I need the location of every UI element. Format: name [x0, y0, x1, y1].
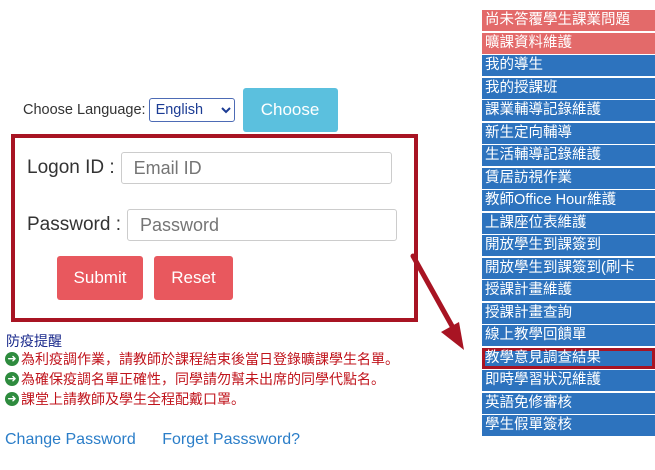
language-label: Choose Language:	[23, 102, 146, 118]
notice-item: ➜ 為利疫調作業，請教師於課程結束後當日登錄曠課學生名單。	[5, 349, 399, 369]
notice-title: 防疫提醒	[6, 333, 62, 349]
menu-item[interactable]: 新生定向輔導	[482, 122, 655, 144]
menu-item[interactable]: 開放學生到課簽到(刷卡	[482, 257, 655, 279]
menu-item[interactable]: 線上教學回饋單	[482, 325, 655, 346]
menu-item[interactable]: 賃居訪視作業	[482, 167, 655, 189]
account-links: Change Password Forget Passsword?	[5, 431, 322, 449]
menu-item[interactable]: 即時學習狀況維護	[482, 370, 655, 391]
login-box-highlight: Logon ID : Password : Submit Reset	[11, 134, 418, 322]
choose-button[interactable]: Choose	[242, 88, 338, 132]
logon-id-input[interactable]	[120, 152, 392, 184]
menu-item[interactable]: 尚未答覆學生課業問題	[482, 10, 655, 31]
menu-item[interactable]: 英語免修審核	[482, 392, 655, 414]
language-select[interactable]: English	[148, 98, 235, 122]
menu-item[interactable]: 我的導生	[482, 55, 655, 76]
notice-item: ➜ 為確保疫調名單正確性，同學請勿幫未出席的同學代點名。	[5, 369, 399, 389]
side-menu: 尚未答覆學生課業問題 曠課資料維護 我的導生 我的授課班 課業輔導記錄維護 新生…	[482, 10, 655, 438]
menu-item[interactable]: 我的授課班	[482, 77, 655, 99]
language-row: Choose Language: English Choose	[23, 88, 338, 132]
notice-list: ➜ 為利疫調作業，請教師於課程結束後當日登錄曠課學生名單。 ➜ 為確保疫調名單正…	[5, 349, 399, 409]
notice-item: ➜ 課堂上請教師及學生全程配戴口罩。	[5, 389, 399, 409]
submit-button[interactable]: Submit	[57, 256, 143, 300]
menu-item[interactable]: 上課座位表維護	[482, 212, 655, 234]
menu-item[interactable]: 授課計畫維護	[482, 280, 655, 301]
logon-id-row: Logon ID :	[27, 152, 392, 184]
menu-item[interactable]: 學生假單簽核	[482, 415, 655, 436]
arrow-right-circle-icon: ➜	[5, 392, 19, 406]
menu-item[interactable]: 課業輔導記錄維護	[482, 100, 655, 121]
reset-button[interactable]: Reset	[154, 256, 233, 300]
menu-item[interactable]: 授課計畫查詢	[482, 302, 655, 324]
login-buttons: Submit Reset	[57, 256, 233, 300]
password-label: Password :	[27, 214, 121, 235]
menu-item[interactable]: 教師Office Hour維護	[482, 190, 655, 211]
menu-item-highlighted[interactable]: 教學意見調查結果	[482, 347, 655, 369]
arrow-right-circle-icon: ➜	[5, 372, 19, 386]
password-row: Password :	[27, 209, 397, 241]
menu-item[interactable]: 生活輔導記錄維護	[482, 145, 655, 166]
menu-item[interactable]: 曠課資料維護	[482, 32, 655, 54]
password-input[interactable]	[126, 209, 397, 241]
arrow-right-circle-icon: ➜	[5, 352, 19, 366]
change-password-link[interactable]: Change Password	[5, 431, 136, 448]
menu-item[interactable]: 開放學生到課簽到	[482, 235, 655, 256]
notice-text: 為利疫調作業，請教師於課程結束後當日登錄曠課學生名單。	[21, 351, 399, 367]
notice-text: 為確保疫調名單正確性，同學請勿幫未出席的同學代點名。	[21, 371, 385, 387]
logon-id-label: Logon ID :	[27, 157, 115, 178]
forget-password-link[interactable]: Forget Passsword?	[162, 431, 300, 448]
notice-text: 課堂上請教師及學生全程配戴口罩。	[21, 391, 245, 407]
